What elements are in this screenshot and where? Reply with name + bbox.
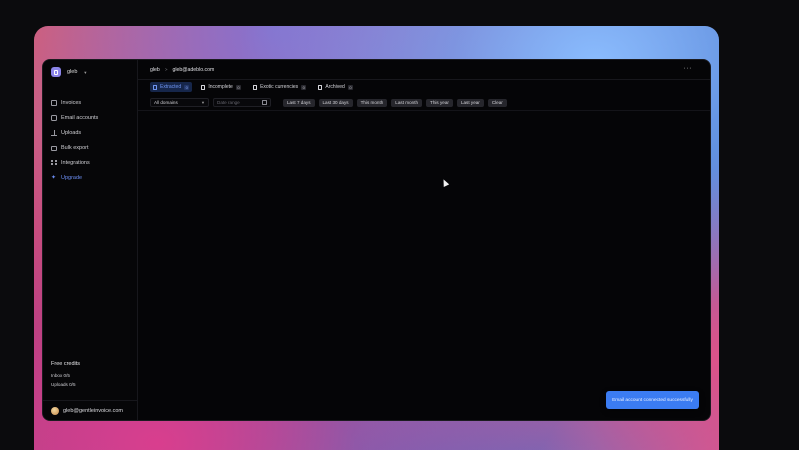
filter-last-7-days-button[interactable]: Last 7 days (283, 98, 315, 107)
domain-select-value: All domains (154, 100, 178, 105)
tab-extracted[interactable]: Extracted 0 (150, 82, 193, 92)
tab-label: Incomplete (208, 84, 233, 90)
app-window: gleb ▼ Invoices Email accounts Uploads B… (42, 59, 711, 421)
sidebar-item-bulk-export[interactable]: Bulk export (51, 140, 98, 155)
upload-icon (51, 129, 57, 136)
tab-count-badge: 0 (184, 84, 190, 90)
filter-this-month-button[interactable]: This month (356, 98, 388, 107)
document-icon (318, 84, 323, 90)
sidebar-item-label: Bulk export (61, 144, 89, 151)
breadcrumb-workspace[interactable]: gleb (150, 67, 160, 73)
sidebar-item-label: Uploads (61, 129, 82, 136)
sidebar-item-label: Invoices (61, 99, 82, 106)
grid-icon (51, 159, 57, 166)
credits-panel: Free credits Inbox 0/5 Uploads 0/5 (51, 361, 80, 391)
filter-this-year-button[interactable]: This year (426, 98, 453, 107)
credits-inbox: Inbox 0/5 (51, 373, 70, 378)
workspace-switcher[interactable]: gleb ▼ (51, 65, 87, 79)
sidebar-item-integrations[interactable]: Integrations (51, 155, 98, 170)
credits-title: Free credits (51, 361, 81, 367)
tab-label: Archived (325, 84, 345, 90)
tab-label: Extracted (160, 84, 182, 90)
calendar-icon (262, 100, 267, 105)
tab-incomplete[interactable]: Incomplete 0 (198, 82, 244, 92)
invoice-tabs: Extracted 0 Incomplete 0 Exotic currenci… (150, 82, 356, 92)
sidebar-item-label: Integrations (61, 159, 90, 166)
date-range-input[interactable]: Date range (213, 98, 271, 107)
folder-icon (51, 145, 57, 151)
sidebar-item-email-accounts[interactable]: Email accounts (51, 110, 98, 125)
breadcrumb-separator-icon: > (164, 67, 168, 72)
filter-last-year-button[interactable]: Last year (456, 98, 484, 107)
avatar (51, 406, 59, 415)
toast-message: Email account connected successfully (612, 397, 693, 403)
filter-last-month-button[interactable]: Last month (391, 98, 423, 107)
document-icon (51, 99, 57, 106)
breadcrumb: gleb > gleb@adeblo.com ··· (138, 60, 710, 80)
document-icon (201, 84, 206, 90)
tab-label: Exotic currencies (260, 84, 299, 90)
user-email: gleb@gentleinvoice.com (63, 407, 124, 414)
sidebar-item-uploads[interactable]: Uploads (51, 125, 98, 140)
main-content: gleb > gleb@adeblo.com ··· Extracted 0 I… (138, 60, 710, 420)
sidebar-item-invoices[interactable]: Invoices (51, 95, 98, 110)
divider (138, 110, 710, 111)
sidebar-item-label: Upgrade (61, 174, 83, 181)
domain-select[interactable]: All domains ▼ (150, 98, 209, 107)
sidebar-nav: Invoices Email accounts Uploads Bulk exp… (51, 95, 98, 185)
filter-last-30-days-button[interactable]: Last 30 days (318, 98, 353, 107)
document-icon (253, 84, 258, 90)
sidebar-item-upgrade[interactable]: ✦ Upgrade (51, 170, 98, 185)
tab-count-badge: 0 (301, 84, 307, 90)
success-toast: Email account connected successfully (606, 391, 699, 409)
date-range-placeholder: Date range (217, 100, 240, 105)
workspace-logo-icon (51, 67, 61, 77)
tab-archived[interactable]: Archived 0 (315, 82, 356, 92)
breadcrumb-account[interactable]: gleb@adeblo.com (172, 67, 214, 73)
tab-count-badge: 0 (235, 84, 242, 90)
tab-exotic-currencies[interactable]: Exotic currencies 0 (250, 82, 309, 92)
document-icon (153, 84, 157, 90)
mail-icon (51, 114, 57, 121)
user-menu[interactable]: gleb@gentleinvoice.com (43, 400, 138, 420)
sparkle-icon: ✦ (51, 174, 57, 181)
chevron-down-icon: ▼ (201, 100, 205, 105)
tab-count-badge: 0 (347, 84, 354, 90)
filter-clear-button[interactable]: Clear (487, 98, 507, 107)
chevron-down-icon: ▼ (83, 69, 88, 75)
more-options-icon[interactable]: ··· (684, 65, 693, 72)
workspace-name: gleb (67, 69, 78, 75)
sidebar-item-label: Email accounts (61, 114, 99, 121)
filter-bar: All domains ▼ Date range Last 7 days Las… (150, 98, 700, 107)
credits-uploads: Uploads 0/5 (51, 382, 76, 387)
sidebar: gleb ▼ Invoices Email accounts Uploads B… (43, 60, 138, 420)
